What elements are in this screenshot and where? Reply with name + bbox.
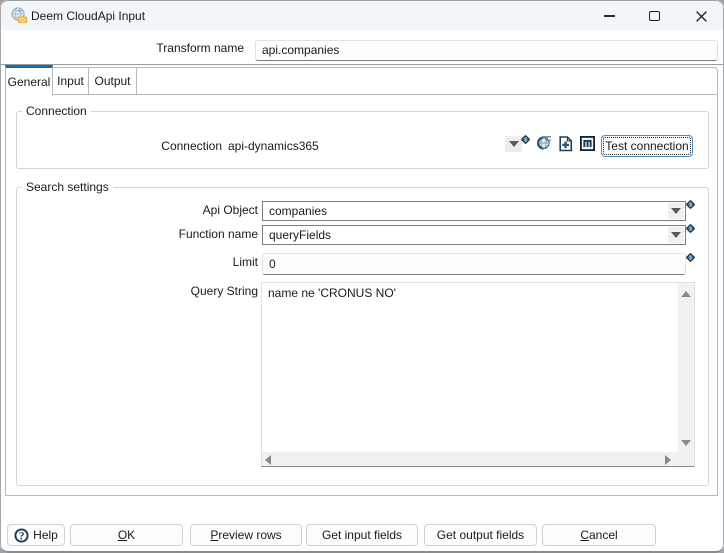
svg-text:$: $ [688,202,691,208]
svg-text:$: $ [524,138,527,144]
svg-text:$: $ [688,255,691,261]
svg-text:?: ? [19,530,25,542]
svg-text:$: $ [688,227,691,233]
